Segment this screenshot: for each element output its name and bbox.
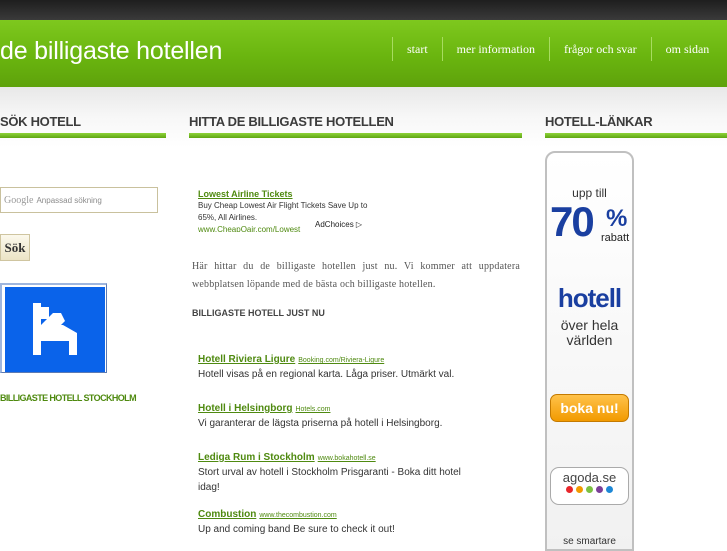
list-item: Lediga Rum i Stockholm www.bokahotell.se … bbox=[198, 447, 468, 495]
listing-description: Up and coming band Be sure to check it o… bbox=[198, 524, 395, 535]
banner-se-smartare: se smartare bbox=[563, 536, 616, 547]
adchoices-icon[interactable]: AdChoices ▷ bbox=[315, 220, 362, 229]
agoda-brand: agoda.se bbox=[562, 470, 617, 485]
list-item: Combustion www.thecombustion.com Up and c… bbox=[198, 504, 468, 538]
left-heading-rule bbox=[0, 133, 166, 138]
ad-title[interactable]: Lowest Airline Tickets bbox=[198, 188, 370, 200]
main-nav: start mer information frågor och svar om… bbox=[392, 37, 723, 61]
right-heading-rule bbox=[545, 133, 727, 138]
intro-text: Här hittar du de billigaste hotellen jus… bbox=[192, 261, 520, 290]
listing-description: Stort urval av hotell i Stockholm Prisga… bbox=[198, 467, 461, 493]
banner-over-hela-varlden: över hela världen bbox=[560, 317, 619, 348]
nav-mer-information[interactable]: mer information bbox=[441, 37, 549, 61]
banner-rabatt: rabatt bbox=[601, 232, 630, 244]
site-title[interactable]: de billigaste hotellen bbox=[0, 37, 222, 66]
nav-start[interactable]: start bbox=[392, 37, 442, 61]
search-placeholder-text: Anpassad sökning bbox=[36, 196, 102, 205]
listing-title[interactable]: Hotell i Helsingborg bbox=[198, 403, 292, 414]
billigaste-hotell-stockholm-link[interactable]: BILLIGASTE HOTELL STOCKHOLM bbox=[0, 393, 137, 403]
sok-hotell-heading: SÖK HOTELL bbox=[0, 114, 81, 129]
listing-title[interactable]: Lediga Rum i Stockholm bbox=[198, 452, 315, 463]
search-input[interactable]: Google Anpassad sökning bbox=[0, 187, 158, 213]
agoda-banner-ad[interactable]: upp till 70 % rabatt hotell över hela vä… bbox=[545, 151, 634, 551]
google-logo: Google bbox=[4, 195, 34, 206]
search-button[interactable]: Sök bbox=[0, 234, 30, 261]
listing-description: Hotell visas på en regional karta. Låga … bbox=[198, 369, 455, 380]
top-strip bbox=[0, 0, 727, 20]
search-placeholder: Google Anpassad sökning bbox=[4, 195, 102, 206]
boka-nu-button[interactable]: boka nu! bbox=[550, 394, 629, 422]
hotell-lankar-heading: HOTELL-LÄNKAR bbox=[545, 114, 653, 129]
list-item: Hotell Riviera Ligure Booking.com/Riviera… bbox=[198, 349, 468, 383]
main-heading: HITTA DE BILLIGASTE HOTELLEN bbox=[189, 114, 394, 129]
banner-hotell: hotell bbox=[557, 283, 622, 313]
billigaste-hotell-just-nu-heading: BILLIGASTE HOTELL JUST NU bbox=[192, 308, 325, 318]
bed-icon-svg bbox=[33, 303, 77, 355]
hotel-sign-image[interactable] bbox=[0, 283, 107, 373]
listing-url[interactable]: Hotels.com bbox=[295, 406, 330, 413]
nav-fragor-och-svar[interactable]: frågor och svar bbox=[548, 37, 651, 61]
banner-percent-sign: % bbox=[606, 205, 628, 232]
site-header: de billigaste hotellen start mer informa… bbox=[0, 20, 727, 87]
listing-url[interactable]: www.bokahotell.se bbox=[318, 455, 376, 462]
banner-percent: 70 bbox=[550, 198, 595, 245]
nav-om-sidan[interactable]: om sidan bbox=[650, 37, 724, 61]
list-item: Hotell i Helsingborg Hotels.com Vi garant… bbox=[198, 398, 468, 432]
listing-title[interactable]: Hotell Riviera Ligure bbox=[198, 354, 295, 365]
main-heading-rule bbox=[189, 133, 522, 138]
listing-title[interactable]: Combustion bbox=[198, 509, 256, 520]
listing-description: Vi garanterar de lägsta priserna på hote… bbox=[198, 418, 443, 429]
bed-icon bbox=[27, 301, 85, 357]
listing-url[interactable]: www.thecombustion.com bbox=[259, 512, 336, 519]
listing-url[interactable]: Booking.com/Riviera-Ligure bbox=[298, 357, 384, 364]
agoda-dots-icon bbox=[551, 486, 628, 493]
hotel-sign-background bbox=[5, 287, 105, 372]
agoda-logo: agoda.se bbox=[550, 467, 629, 505]
